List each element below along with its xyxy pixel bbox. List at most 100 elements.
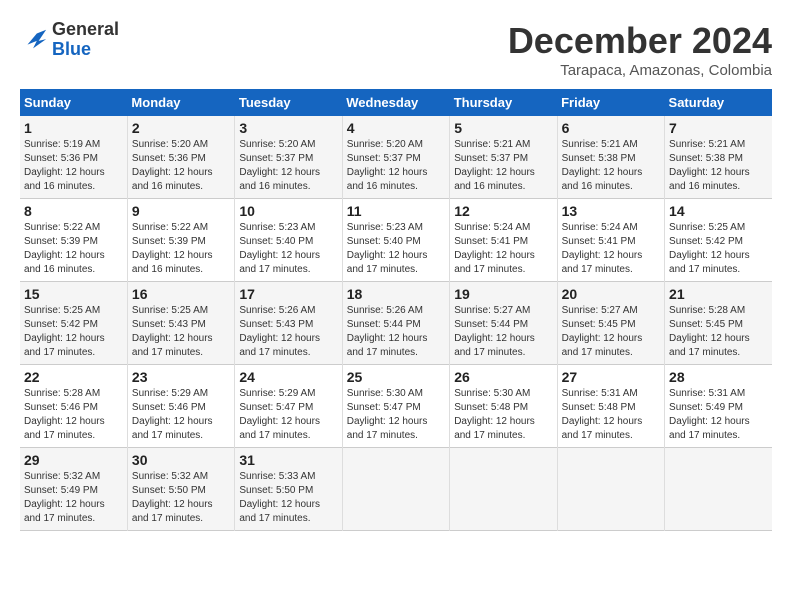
day-number: 27	[562, 369, 660, 385]
calendar-cell	[342, 448, 449, 531]
col-header-friday: Friday	[557, 89, 664, 116]
logo-line1: General	[52, 20, 119, 40]
page-header: General Blue December 2024 Tarapaca, Ama…	[20, 20, 772, 79]
calendar-cell: 5 Sunrise: 5:21 AM Sunset: 5:37 PM Daylig…	[450, 116, 557, 199]
day-number: 13	[562, 203, 660, 219]
day-number: 26	[454, 369, 552, 385]
day-number: 8	[24, 203, 123, 219]
calendar-cell: 29 Sunrise: 5:32 AM Sunset: 5:49 PM Dayli…	[20, 448, 127, 531]
calendar-cell: 11 Sunrise: 5:23 AM Sunset: 5:40 PM Dayli…	[342, 199, 449, 282]
calendar-week-row: 22 Sunrise: 5:28 AM Sunset: 5:46 PM Dayli…	[20, 365, 772, 448]
day-number: 4	[347, 120, 445, 136]
day-number: 30	[132, 452, 230, 468]
calendar-cell: 25 Sunrise: 5:30 AM Sunset: 5:47 PM Dayli…	[342, 365, 449, 448]
calendar-cell: 31 Sunrise: 5:33 AM Sunset: 5:50 PM Dayli…	[235, 448, 342, 531]
month-title: December 2024	[508, 20, 772, 62]
calendar-cell: 7Sunrise: 5:21 AM Sunset: 5:38 PM Daylig…	[665, 116, 772, 199]
day-number: 20	[562, 286, 660, 302]
day-info: Sunrise: 5:23 AM Sunset: 5:40 PM Dayligh…	[347, 221, 445, 277]
calendar-week-row: 29 Sunrise: 5:32 AM Sunset: 5:49 PM Dayli…	[20, 448, 772, 531]
col-header-tuesday: Tuesday	[235, 89, 342, 116]
day-info: Sunrise: 5:33 AM Sunset: 5:50 PM Dayligh…	[239, 470, 337, 526]
calendar-cell: 3 Sunrise: 5:20 AM Sunset: 5:37 PM Daylig…	[235, 116, 342, 199]
day-info: Sunrise: 5:30 AM Sunset: 5:47 PM Dayligh…	[347, 387, 445, 443]
day-info: Sunrise: 5:20 AM Sunset: 5:37 PM Dayligh…	[347, 138, 445, 194]
calendar-week-row: 15 Sunrise: 5:25 AM Sunset: 5:42 PM Dayli…	[20, 282, 772, 365]
calendar-cell	[665, 448, 772, 531]
day-number: 16	[132, 286, 230, 302]
calendar-cell: 1Sunrise: 5:19 AM Sunset: 5:36 PM Daylig…	[20, 116, 127, 199]
calendar-cell: 20 Sunrise: 5:27 AM Sunset: 5:45 PM Dayli…	[557, 282, 664, 365]
day-info: Sunrise: 5:20 AM Sunset: 5:37 PM Dayligh…	[239, 138, 337, 194]
day-number: 11	[347, 203, 445, 219]
day-info: Sunrise: 5:31 AM Sunset: 5:49 PM Dayligh…	[669, 387, 768, 443]
day-info: Sunrise: 5:23 AM Sunset: 5:40 PM Dayligh…	[239, 221, 337, 277]
logo-icon	[20, 26, 48, 54]
day-number: 18	[347, 286, 445, 302]
day-number: 24	[239, 369, 337, 385]
day-number: 14	[669, 203, 768, 219]
calendar-cell: 12Sunrise: 5:24 AM Sunset: 5:41 PM Dayli…	[450, 199, 557, 282]
day-info: Sunrise: 5:32 AM Sunset: 5:49 PM Dayligh…	[24, 470, 123, 526]
day-number: 2	[132, 120, 230, 136]
day-info: Sunrise: 5:22 AM Sunset: 5:39 PM Dayligh…	[24, 221, 123, 277]
day-info: Sunrise: 5:25 AM Sunset: 5:42 PM Dayligh…	[24, 304, 123, 360]
day-info: Sunrise: 5:27 AM Sunset: 5:44 PM Dayligh…	[454, 304, 552, 360]
day-number: 29	[24, 452, 123, 468]
day-number: 22	[24, 369, 123, 385]
day-number: 15	[24, 286, 123, 302]
day-number: 21	[669, 286, 768, 302]
day-number: 28	[669, 369, 768, 385]
calendar-cell: 14 Sunrise: 5:25 AM Sunset: 5:42 PM Dayli…	[665, 199, 772, 282]
day-number: 5	[454, 120, 552, 136]
calendar-cell: 30Sunrise: 5:32 AM Sunset: 5:50 PM Dayli…	[127, 448, 234, 531]
calendar-cell: 13 Sunrise: 5:24 AM Sunset: 5:41 PM Dayli…	[557, 199, 664, 282]
calendar-cell: 22 Sunrise: 5:28 AM Sunset: 5:46 PM Dayli…	[20, 365, 127, 448]
col-header-saturday: Saturday	[665, 89, 772, 116]
day-number: 23	[132, 369, 230, 385]
day-info: Sunrise: 5:21 AM Sunset: 5:38 PM Dayligh…	[669, 138, 768, 194]
calendar-cell: 10 Sunrise: 5:23 AM Sunset: 5:40 PM Dayli…	[235, 199, 342, 282]
day-number: 10	[239, 203, 337, 219]
calendar-cell: 6 Sunrise: 5:21 AM Sunset: 5:38 PM Daylig…	[557, 116, 664, 199]
calendar-cell: 8 Sunrise: 5:22 AM Sunset: 5:39 PM Daylig…	[20, 199, 127, 282]
day-info: Sunrise: 5:25 AM Sunset: 5:42 PM Dayligh…	[669, 221, 768, 277]
day-info: Sunrise: 5:24 AM Sunset: 5:41 PM Dayligh…	[562, 221, 660, 277]
day-info: Sunrise: 5:27 AM Sunset: 5:45 PM Dayligh…	[562, 304, 660, 360]
day-info: Sunrise: 5:19 AM Sunset: 5:36 PM Dayligh…	[24, 138, 123, 194]
calendar-cell: 26Sunrise: 5:30 AM Sunset: 5:48 PM Dayli…	[450, 365, 557, 448]
day-info: Sunrise: 5:21 AM Sunset: 5:37 PM Dayligh…	[454, 138, 552, 194]
day-info: Sunrise: 5:28 AM Sunset: 5:46 PM Dayligh…	[24, 387, 123, 443]
calendar-cell: 28 Sunrise: 5:31 AM Sunset: 5:49 PM Dayli…	[665, 365, 772, 448]
day-number: 25	[347, 369, 445, 385]
calendar-cell: 24Sunrise: 5:29 AM Sunset: 5:47 PM Dayli…	[235, 365, 342, 448]
calendar-cell: 4 Sunrise: 5:20 AM Sunset: 5:37 PM Daylig…	[342, 116, 449, 199]
calendar-cell: 23 Sunrise: 5:29 AM Sunset: 5:46 PM Dayli…	[127, 365, 234, 448]
day-number: 3	[239, 120, 337, 136]
location-subtitle: Tarapaca, Amazonas, Colombia	[508, 62, 772, 79]
calendar-cell	[450, 448, 557, 531]
day-info: Sunrise: 5:21 AM Sunset: 5:38 PM Dayligh…	[562, 138, 660, 194]
day-info: Sunrise: 5:25 AM Sunset: 5:43 PM Dayligh…	[132, 304, 230, 360]
day-number: 9	[132, 203, 230, 219]
col-header-monday: Monday	[127, 89, 234, 116]
calendar-cell: 18Sunrise: 5:26 AM Sunset: 5:44 PM Dayli…	[342, 282, 449, 365]
day-number: 6	[562, 120, 660, 136]
day-number: 17	[239, 286, 337, 302]
calendar-cell	[557, 448, 664, 531]
calendar-cell: 21Sunrise: 5:28 AM Sunset: 5:45 PM Dayli…	[665, 282, 772, 365]
calendar-cell: 16 Sunrise: 5:25 AM Sunset: 5:43 PM Dayli…	[127, 282, 234, 365]
calendar-table: SundayMondayTuesdayWednesdayThursdayFrid…	[20, 89, 772, 531]
col-header-sunday: Sunday	[20, 89, 127, 116]
day-number: 12	[454, 203, 552, 219]
day-info: Sunrise: 5:29 AM Sunset: 5:46 PM Dayligh…	[132, 387, 230, 443]
calendar-cell: 17Sunrise: 5:26 AM Sunset: 5:43 PM Dayli…	[235, 282, 342, 365]
title-block: December 2024 Tarapaca, Amazonas, Colomb…	[508, 20, 772, 79]
day-number: 19	[454, 286, 552, 302]
calendar-cell: 9 Sunrise: 5:22 AM Sunset: 5:39 PM Daylig…	[127, 199, 234, 282]
calendar-cell: 2Sunrise: 5:20 AM Sunset: 5:36 PM Daylig…	[127, 116, 234, 199]
day-number: 31	[239, 452, 337, 468]
day-info: Sunrise: 5:22 AM Sunset: 5:39 PM Dayligh…	[132, 221, 230, 277]
calendar-cell: 15 Sunrise: 5:25 AM Sunset: 5:42 PM Dayli…	[20, 282, 127, 365]
logo-line2: Blue	[52, 40, 119, 60]
